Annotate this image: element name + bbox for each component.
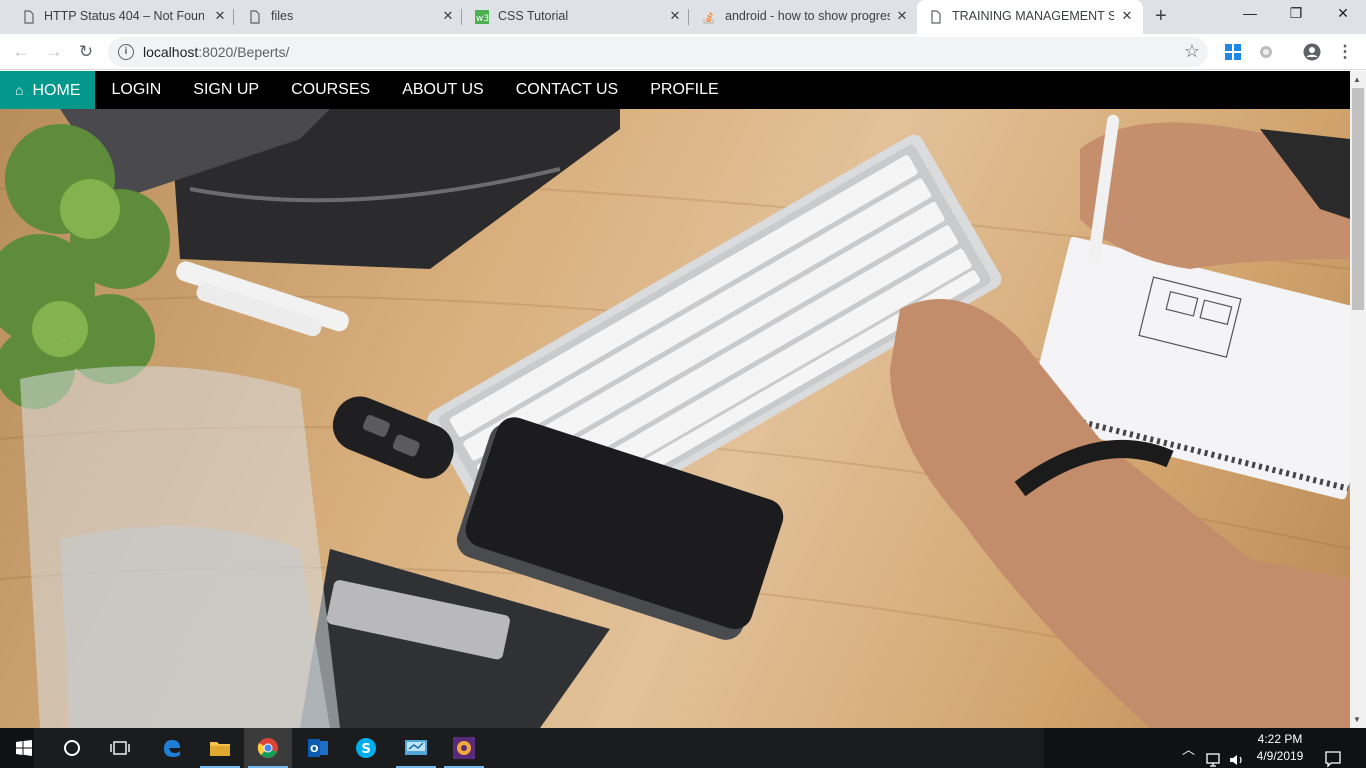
app-icon[interactable] xyxy=(440,728,488,768)
tab-title: CSS Tutorial xyxy=(498,9,569,23)
scroll-up-icon[interactable]: ▲ xyxy=(1353,75,1361,84)
notifications-icon[interactable] xyxy=(1324,739,1342,768)
info-icon[interactable]: i xyxy=(118,44,134,60)
scrollbar-thumb[interactable] xyxy=(1352,88,1364,310)
bookmark-star-icon[interactable]: ☆ xyxy=(1184,41,1200,62)
extension-circle-icon[interactable] xyxy=(1257,43,1275,61)
chrome-icon[interactable] xyxy=(244,728,292,768)
svg-text:w3: w3 xyxy=(476,14,489,24)
browser-toolbar: ← → ↻ i localhost:8020/Beperts/ ☆ ⋮ xyxy=(0,34,1366,70)
close-icon[interactable]: ✕ xyxy=(440,8,456,24)
windows-extension-icon[interactable] xyxy=(1224,43,1242,61)
skype-icon[interactable]: S xyxy=(342,728,390,768)
close-icon[interactable]: ✕ xyxy=(212,8,228,24)
cortana-icon[interactable] xyxy=(48,728,96,768)
nav-about-us[interactable]: ABOUT US xyxy=(386,71,500,109)
edge-icon[interactable] xyxy=(148,728,196,768)
show-hidden-icons[interactable]: ︿ xyxy=(1182,739,1195,768)
clock-time: 4:22 PM xyxy=(1257,732,1303,746)
file-explorer-icon[interactable] xyxy=(196,728,244,768)
tab-files[interactable]: files ✕ xyxy=(236,0,462,34)
tab-strip: HTTP Status 404 – Not Found ✕ files ✕ w3… xyxy=(0,0,1366,34)
nav-home[interactable]: ⌂ HOME xyxy=(0,71,96,109)
forward-icon[interactable]: → xyxy=(42,40,66,64)
restore-icon[interactable]: ❐ xyxy=(1286,5,1306,22)
page-icon xyxy=(931,10,941,24)
url-host: localhost xyxy=(143,44,199,60)
reload-icon[interactable]: ↻ xyxy=(74,40,98,64)
windows-taskbar: O S ︿ 4:22 PM 4/9/2019 xyxy=(0,728,1366,768)
tab-title: HTTP Status 404 – Not Found xyxy=(44,9,204,23)
tab-404[interactable]: HTTP Status 404 – Not Found ✕ xyxy=(0,0,234,34)
svg-text:S: S xyxy=(362,742,371,757)
stackoverflow-icon xyxy=(703,12,714,24)
tab-title: files xyxy=(271,9,294,23)
nav-profile[interactable]: PROFILE xyxy=(634,71,734,109)
desk-photo xyxy=(0,109,1350,728)
url-text[interactable]: localhost:8020/Beperts/ xyxy=(143,44,289,60)
hero-image xyxy=(0,109,1350,728)
menu-icon[interactable]: ⋮ xyxy=(1333,40,1357,64)
svg-text:O: O xyxy=(310,744,319,755)
close-icon[interactable]: ✕ xyxy=(667,8,683,24)
new-tab-icon[interactable]: + xyxy=(1155,5,1167,28)
network-icon[interactable] xyxy=(1205,740,1223,768)
tab-training-management[interactable]: TRAINING MANAGEMENT SYS ✕ xyxy=(917,0,1143,34)
nav-contact-us[interactable]: CONTACT US xyxy=(500,71,635,109)
nav-courses[interactable]: COURSES xyxy=(275,71,386,109)
address-bar[interactable]: i localhost:8020/Beperts/ ☆ xyxy=(108,37,1208,67)
close-icon[interactable]: ✕ xyxy=(894,8,910,24)
close-window-icon[interactable]: ✕ xyxy=(1333,5,1353,22)
close-icon[interactable]: ✕ xyxy=(1119,8,1135,24)
tab-stackoverflow[interactable]: android - how to show progres ✕ xyxy=(690,0,916,34)
nav-sign-up[interactable]: SIGN UP xyxy=(177,71,275,109)
volume-icon[interactable] xyxy=(1228,740,1246,768)
nav-login[interactable]: LOGIN xyxy=(95,71,177,109)
web-page: ⌂ HOME LOGIN SIGN UP COURSES ABOUT US CON… xyxy=(0,71,1350,728)
outlook-icon[interactable]: O xyxy=(294,728,342,768)
tab-separator xyxy=(688,9,689,25)
windows-start-icon[interactable] xyxy=(0,728,48,768)
w3schools-icon: w3 xyxy=(475,10,489,24)
page-scrollbar[interactable]: ▲ ▼ xyxy=(1350,71,1366,728)
minimize-icon[interactable]: — xyxy=(1240,5,1260,21)
back-icon[interactable]: ← xyxy=(9,40,33,64)
taskbar-clock[interactable]: 4:22 PM 4/9/2019 xyxy=(1250,731,1310,765)
control-panel-icon[interactable] xyxy=(392,728,440,768)
task-view-icon[interactable] xyxy=(96,728,144,768)
nav-home-label: HOME xyxy=(32,82,81,99)
tab-title: TRAINING MANAGEMENT SYS xyxy=(952,9,1114,23)
tab-separator xyxy=(461,9,462,25)
clock-date: 4/9/2019 xyxy=(1256,749,1304,763)
tab-css-tutorial[interactable]: w3 CSS Tutorial ✕ xyxy=(463,0,689,34)
home-icon: ⌂ xyxy=(15,82,24,98)
page-icon xyxy=(250,10,260,24)
profile-icon[interactable] xyxy=(1303,43,1321,61)
page-icon xyxy=(24,10,34,24)
url-path: :8020/Beperts/ xyxy=(198,44,290,60)
tab-title: android - how to show progres xyxy=(725,9,890,23)
scroll-down-icon[interactable]: ▼ xyxy=(1353,715,1361,724)
tab-separator xyxy=(233,9,234,25)
top-navigation: ⌂ HOME LOGIN SIGN UP COURSES ABOUT US CON… xyxy=(0,71,1350,109)
